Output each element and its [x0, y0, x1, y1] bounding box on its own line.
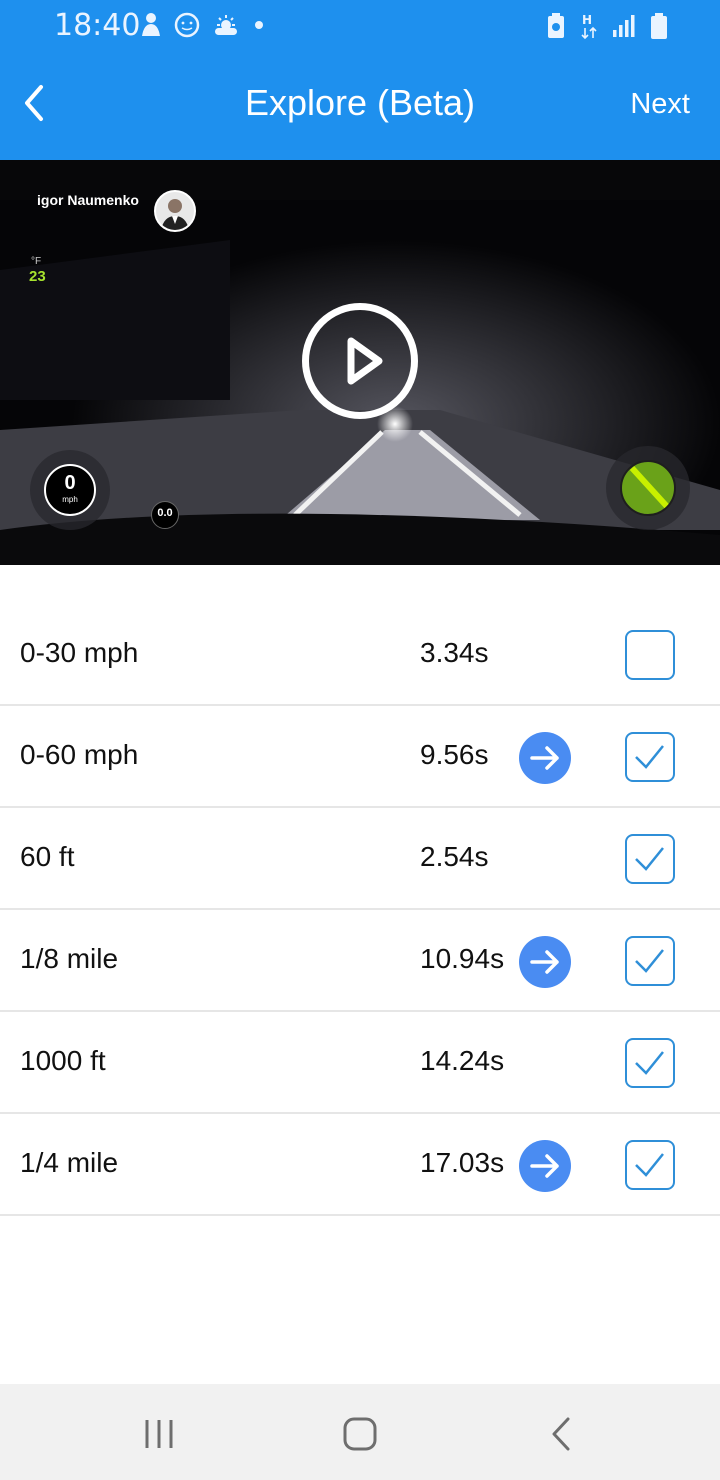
system-nav-bar	[0, 1384, 720, 1480]
result-time: 2.54s	[420, 841, 489, 872]
list-item: 0-60 mph 9.56s	[0, 706, 720, 808]
result-label: 60 ft	[20, 841, 75, 872]
arrow-right-icon	[530, 1154, 559, 1178]
result-label: 1/4 mile	[20, 1147, 119, 1178]
recent-apps-icon	[145, 1420, 173, 1448]
list-item: 0-30 mph 3.34s	[0, 604, 720, 706]
checkmark-icon	[635, 847, 664, 871]
result-time: 3.34s	[420, 637, 489, 668]
list-item: 1000 ft 14.24s	[0, 1012, 720, 1114]
gforce-value: 0.0	[151, 501, 179, 529]
checkmark-icon	[635, 745, 664, 769]
result-checkbox[interactable]	[625, 936, 675, 986]
battery-saver-icon	[548, 13, 564, 38]
status-time: 18:40	[54, 8, 141, 43]
system-back-button[interactable]	[542, 1414, 582, 1454]
person-icon	[142, 13, 160, 36]
result-checkbox[interactable]	[625, 1038, 675, 1088]
result-label: 1/8 mile	[20, 943, 119, 974]
result-checkbox[interactable]	[625, 732, 675, 782]
result-label: 0-60 mph	[20, 739, 139, 770]
weather-icon	[215, 15, 237, 35]
driver-name: igor Naumenko	[37, 192, 139, 208]
speed-gauge: 0 mph	[30, 450, 110, 530]
result-checkbox[interactable]	[625, 834, 675, 884]
play-icon	[347, 337, 383, 385]
recent-apps-button[interactable]	[139, 1414, 179, 1454]
result-checkbox[interactable]	[625, 630, 675, 680]
compass-indicator	[606, 446, 690, 530]
top-bar: 18:40 H Explore (Beta) Next	[0, 0, 720, 160]
result-time: 14.24s	[420, 1045, 505, 1076]
result-label: 0-30 mph	[20, 637, 139, 668]
checkmark-icon	[635, 1051, 664, 1075]
home-button[interactable]	[340, 1414, 380, 1454]
arrow-right-icon	[530, 950, 559, 974]
results-list: 0-30 mph 3.34s 0-60 mph 9.56s 60 ft 2.54…	[0, 604, 720, 1216]
checkmark-icon	[635, 949, 664, 973]
h-plus-data-icon: H	[581, 13, 597, 40]
status-icons-left	[140, 10, 266, 40]
temperature-unit: °F	[31, 256, 42, 267]
play-button[interactable]	[302, 303, 418, 419]
list-item: 60 ft 2.54s	[0, 808, 720, 910]
checkmark-icon	[635, 1153, 664, 1177]
list-item: 1/8 mile 10.94s	[0, 910, 720, 1012]
dot-icon	[255, 21, 263, 29]
video-player[interactable]: igor Naumenko °F 23 0 mph 0.0	[0, 160, 720, 565]
battery-icon	[651, 13, 667, 39]
smile-icon	[174, 12, 200, 38]
avatar	[154, 190, 196, 232]
home-icon	[343, 1417, 377, 1451]
list-item: 1/4 mile 17.03s	[0, 1114, 720, 1216]
result-checkbox[interactable]	[625, 1140, 675, 1190]
page-title: Explore (Beta)	[244, 82, 476, 123]
result-label: 1000 ft	[20, 1045, 106, 1076]
speed-unit: mph	[62, 495, 78, 504]
result-time: 10.94s	[420, 943, 505, 974]
next-button[interactable]: Next	[630, 88, 690, 121]
svg-text:H: H	[582, 13, 592, 27]
go-to-button[interactable]	[519, 1140, 571, 1192]
signal-icon	[613, 15, 635, 37]
app-bar: Explore (Beta) Next	[0, 52, 720, 160]
temperature-value: 23	[29, 268, 46, 285]
speed-value: 0	[64, 472, 76, 494]
go-to-button[interactable]	[519, 732, 571, 784]
result-time: 17.03s	[420, 1147, 505, 1178]
status-bar: 18:40 H	[0, 0, 720, 52]
arrow-right-icon	[530, 746, 559, 770]
result-time: 9.56s	[420, 739, 489, 770]
go-to-button[interactable]	[519, 936, 571, 988]
back-icon	[552, 1417, 570, 1451]
status-icons-right: H	[546, 10, 668, 42]
